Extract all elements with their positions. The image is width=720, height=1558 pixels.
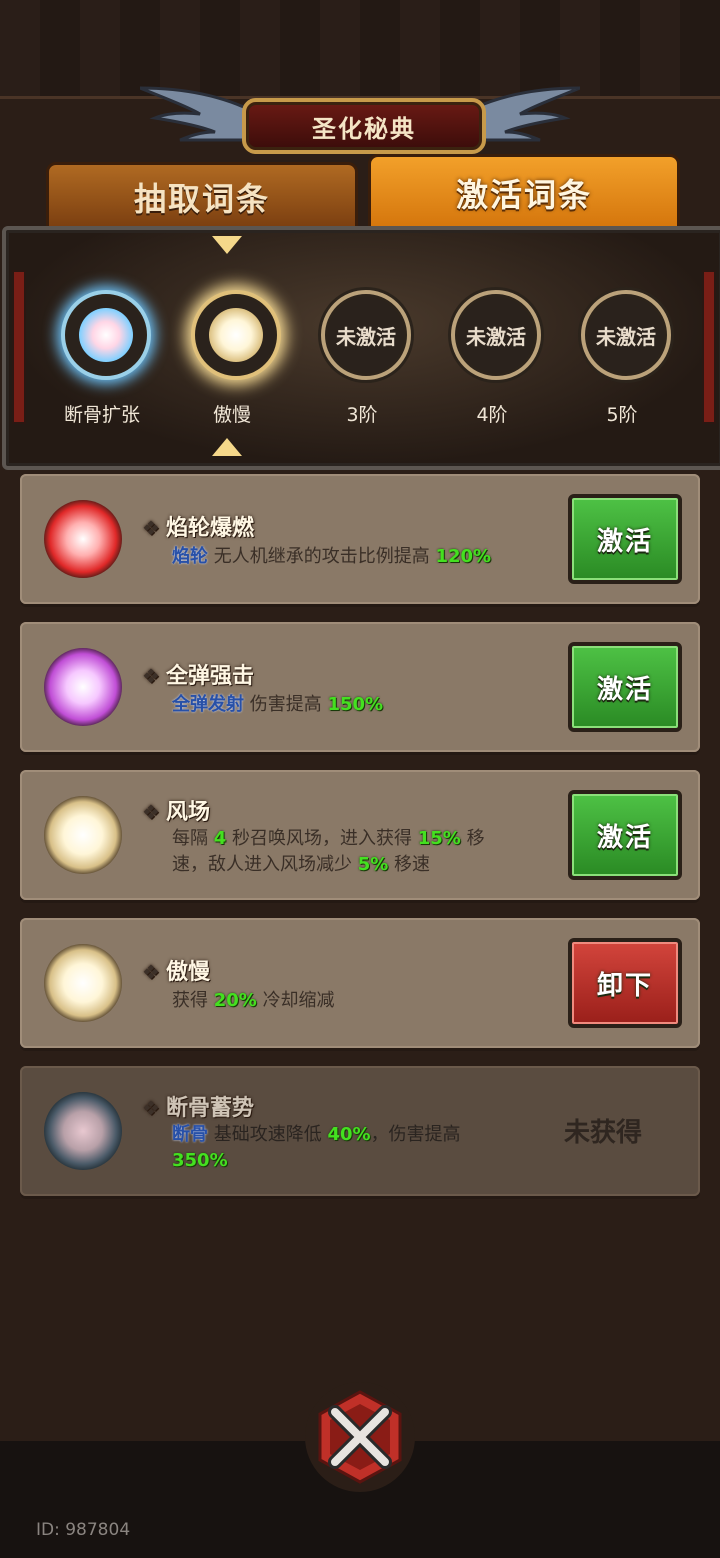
slot-orb-empty: 未激活 (581, 290, 671, 380)
entry-description: 焰轮 无人机继承的攻击比例提高 120% (172, 546, 492, 567)
red-orb-icon (44, 500, 122, 578)
slot-orb-empty: 未激活 (451, 290, 541, 380)
keyword-tag: 焰轮 (172, 546, 208, 567)
entry-card-arrogance: ❖ 傲慢 获得 20% 冷却缩减 卸下 (20, 918, 700, 1048)
close-button[interactable] (305, 1382, 415, 1492)
page-title: 圣化秘典 (242, 98, 486, 154)
entry-description: 每隔 4 秒召唤风场，进入获得 15% 移 速，敌人进入风场减少 5% 移速 (172, 828, 485, 875)
locked-orb-icon (44, 1092, 122, 1170)
equipped-slots-panel: 断骨扩张 傲慢 未激活 3阶 未激活 4阶 未激活 5阶 (2, 226, 720, 470)
selected-slot-bottom-marker-icon (212, 438, 242, 456)
activate-button[interactable]: 激活 (568, 790, 682, 880)
entry-card-wind-field: ❖ 风场 每隔 4 秒召唤风场，进入获得 15% 移 速，敌人进入风场减少 5% … (20, 770, 700, 900)
not-acquired-status: 未获得 (563, 1118, 642, 1148)
orb-icon (79, 308, 133, 362)
panel-left-bar (12, 270, 26, 424)
unequip-button[interactable]: 卸下 (568, 938, 682, 1028)
entry-title: ❖ 傲慢 (142, 960, 210, 985)
entry-card-full-barrage: ❖ 全弹强击 全弹发射 伤害提高 150% 激活 (20, 622, 700, 752)
slot-orb-empty: 未激活 (321, 290, 411, 380)
entry-description: 断骨 基础攻速降低 40%，伤害提高 350% (172, 1124, 461, 1171)
entry-title: ❖ 风场 (142, 800, 210, 825)
slot-label: 傲慢 (212, 404, 251, 426)
gold-orb-icon (44, 944, 122, 1022)
entry-title: ❖ 全弹强击 (142, 664, 254, 689)
entry-title: ❖ 焰轮爆燃 (142, 516, 254, 541)
slot-label: 4阶 (476, 404, 508, 426)
entry-description: 获得 20% 冷却缩减 (172, 990, 335, 1011)
orb-icon (209, 308, 263, 362)
slot-orb (61, 290, 151, 380)
activate-button[interactable]: 激活 (568, 642, 682, 732)
entry-description: 全弹发射 伤害提高 150% (172, 694, 384, 715)
close-x-icon (318, 1390, 402, 1484)
slot-label: 断骨扩张 (63, 404, 140, 426)
gold-orb-icon (44, 796, 122, 874)
keyword-tag: 断骨 (172, 1124, 208, 1145)
panel-right-bar (702, 270, 716, 424)
slot-label: 3阶 (346, 404, 378, 426)
tab-activate-entries[interactable]: 激活词条 (368, 154, 680, 232)
player-id: ID: 987804 (36, 1520, 131, 1540)
tab-draw-entries[interactable]: 抽取词条 (46, 162, 358, 232)
selected-slot-top-marker-icon (212, 236, 242, 254)
keyword-tag: 全弹发射 (172, 694, 244, 715)
slot-orb (191, 290, 281, 380)
purple-orb-icon (44, 648, 122, 726)
activate-button[interactable]: 激活 (568, 494, 682, 584)
slot-label: 5阶 (606, 404, 638, 426)
background-top (0, 0, 720, 100)
entry-title: ❖ 断骨蓄势 (142, 1096, 254, 1121)
entry-card-flame-wheel: ❖ 焰轮爆燃 焰轮 无人机继承的攻击比例提高 120% 激活 (20, 474, 700, 604)
